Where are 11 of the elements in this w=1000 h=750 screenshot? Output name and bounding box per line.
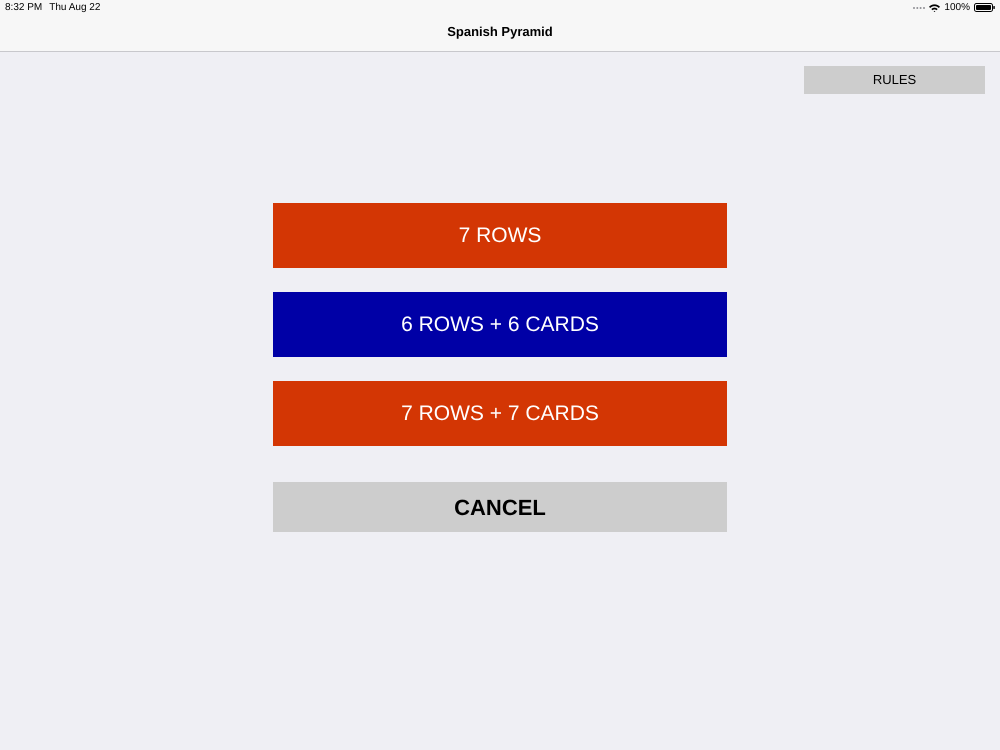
status-date: Thu Aug 22	[49, 1, 100, 15]
game-option-button[interactable]: 7 ROWS	[273, 203, 727, 268]
battery-percent: 100%	[944, 1, 970, 15]
cancel-button[interactable]: CANCEL	[273, 482, 727, 532]
game-option-button[interactable]: 6 ROWS + 6 CARDS	[273, 292, 727, 357]
nav-title: Spanish Pyramid	[447, 23, 553, 42]
battery-icon	[974, 3, 995, 12]
wifi-icon	[929, 4, 940, 12]
rules-button[interactable]: RULES	[804, 66, 985, 94]
status-time: 8:32 PM	[5, 1, 42, 15]
game-option-button[interactable]: 7 ROWS + 7 CARDS	[273, 381, 727, 446]
